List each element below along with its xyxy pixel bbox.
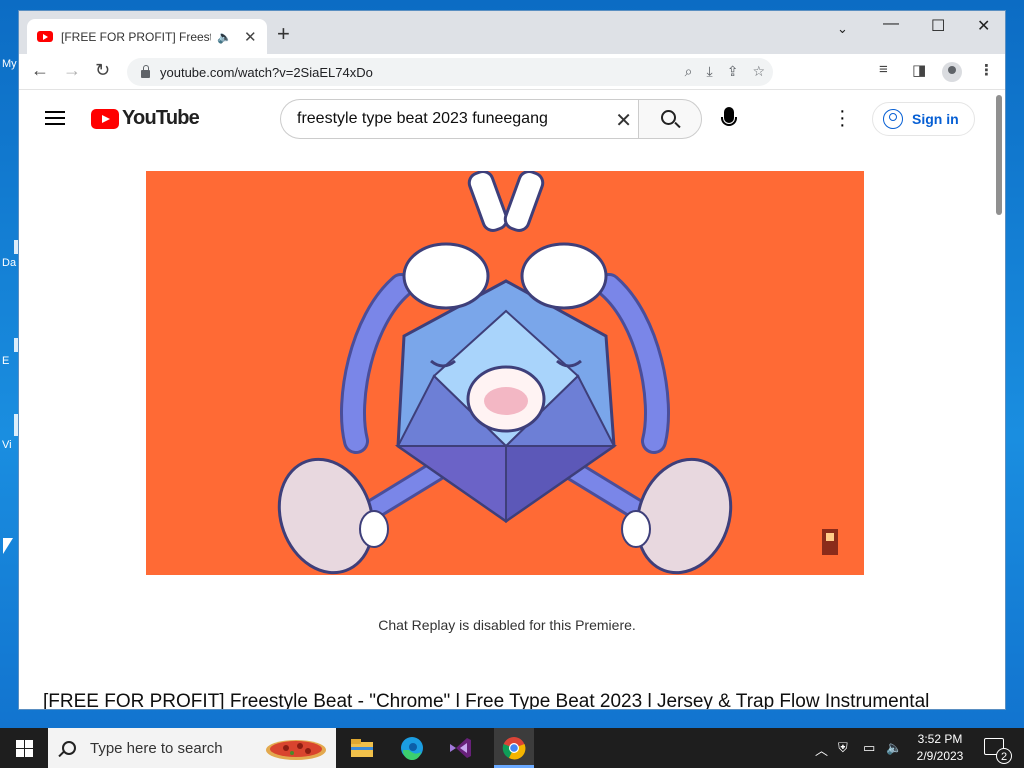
- more-options-icon[interactable]: · · ·: [839, 101, 846, 135]
- system-clock[interactable]: 3:52 PM 2/9/2023: [912, 731, 968, 765]
- chat-replay-message: Chat Replay is disabled for this Premier…: [378, 617, 636, 633]
- search-icon: [661, 110, 676, 125]
- youtube-icon: [37, 31, 53, 42]
- sign-in-button[interactable]: Sign in: [872, 102, 975, 136]
- security-icon[interactable]: ⛨: [838, 740, 848, 756]
- browser-window: [FREE FOR PROFIT] Freestyle 🔈 ✕ + ⌄ — ☐ …: [18, 10, 1006, 710]
- forward-icon[interactable]: →: [63, 60, 81, 81]
- network-icon[interactable]: ▭: [863, 740, 875, 756]
- mouse-cursor: [3, 538, 13, 554]
- tab-title: [FREE FOR PROFIT] Freestyle: [61, 29, 211, 44]
- channel-watermark: [822, 529, 838, 555]
- url-text: youtube.com/watch?v=2SiaEL74xDo: [160, 64, 373, 80]
- chrome-menu-icon[interactable]: ⋮: [979, 61, 994, 79]
- video-player[interactable]: [146, 171, 864, 575]
- browser-tab[interactable]: [FREE FOR PROFIT] Freestyle 🔈 ✕: [27, 19, 267, 54]
- browser-toolbar: ← → ↻ youtube.com/watch?v=2SiaEL74xDo ⌕ …: [19, 54, 1005, 90]
- windows-start-icon[interactable]: [16, 740, 33, 757]
- youtube-page: YouTube freestyle type beat 2023 funeega…: [19, 91, 995, 710]
- chrome-icon[interactable]: [494, 728, 534, 768]
- bookmark-star-icon[interactable]: ☆: [752, 63, 765, 80]
- minimize-icon[interactable]: —: [883, 15, 899, 33]
- notification-count-badge: 2: [996, 748, 1012, 764]
- search-highlight-pizza-icon: [266, 740, 326, 760]
- close-icon[interactable]: ✕: [977, 16, 990, 36]
- taskbar-search[interactable]: Type here to search: [48, 728, 336, 768]
- desktop-icon-my[interactable]: My: [2, 58, 17, 70]
- page-scrollbar[interactable]: [993, 91, 1005, 709]
- taskbar: Type here to search ︿ ⛨ ▭ 🔈 3:52 PM 2/9/…: [0, 728, 1024, 768]
- show-hidden-icons[interactable]: ︿: [815, 740, 828, 759]
- youtube-logo[interactable]: YouTube: [91, 107, 200, 130]
- share-icon[interactable]: ⇪: [727, 63, 739, 80]
- title-bar: [FREE FOR PROFIT] Freestyle 🔈 ✕ + ⌄ — ☐ …: [19, 11, 1005, 54]
- media-control-icon[interactable]: ≡: [879, 61, 888, 78]
- back-icon[interactable]: ←: [31, 60, 49, 81]
- install-icon[interactable]: ⤓: [707, 63, 713, 80]
- search-input[interactable]: freestyle type beat 2023 funeegang ✕: [280, 99, 640, 139]
- tab-close-icon[interactable]: ✕: [244, 28, 257, 46]
- profile-icon[interactable]: [942, 62, 962, 82]
- video-thumbnail-illustration: [277, 171, 838, 575]
- search-icon: [62, 741, 76, 755]
- maximize-icon[interactable]: ☐: [931, 16, 945, 36]
- search-button[interactable]: [638, 99, 702, 139]
- menu-icon[interactable]: [45, 111, 65, 125]
- account-icon: [883, 109, 903, 129]
- scroll-thumb[interactable]: [996, 95, 1002, 215]
- video-title: [FREE FOR PROFIT] Freestyle Beat - "Chro…: [43, 691, 930, 710]
- tab-search-icon[interactable]: ⌄: [837, 21, 848, 37]
- edge-icon[interactable]: [398, 734, 426, 762]
- side-panel-icon[interactable]: ◨: [912, 61, 926, 79]
- file-explorer-icon[interactable]: [348, 734, 376, 762]
- address-bar[interactable]: youtube.com/watch?v=2SiaEL74xDo ⌕ ⤓ ⇪ ☆: [127, 58, 773, 86]
- lock-icon[interactable]: [141, 64, 150, 78]
- clear-search-icon[interactable]: ✕: [615, 108, 632, 133]
- youtube-header: YouTube freestyle type beat 2023 funeega…: [19, 91, 995, 147]
- speaker-icon[interactable]: 🔈: [217, 30, 232, 44]
- new-tab-button[interactable]: +: [277, 23, 290, 45]
- reload-icon[interactable]: ↻: [95, 60, 110, 81]
- youtube-play-icon: [91, 108, 119, 129]
- search-lens-icon[interactable]: ⌕: [685, 63, 693, 80]
- voice-search-icon[interactable]: [721, 107, 737, 126]
- volume-icon[interactable]: 🔈: [886, 740, 902, 756]
- visual-studio-icon[interactable]: [446, 734, 474, 762]
